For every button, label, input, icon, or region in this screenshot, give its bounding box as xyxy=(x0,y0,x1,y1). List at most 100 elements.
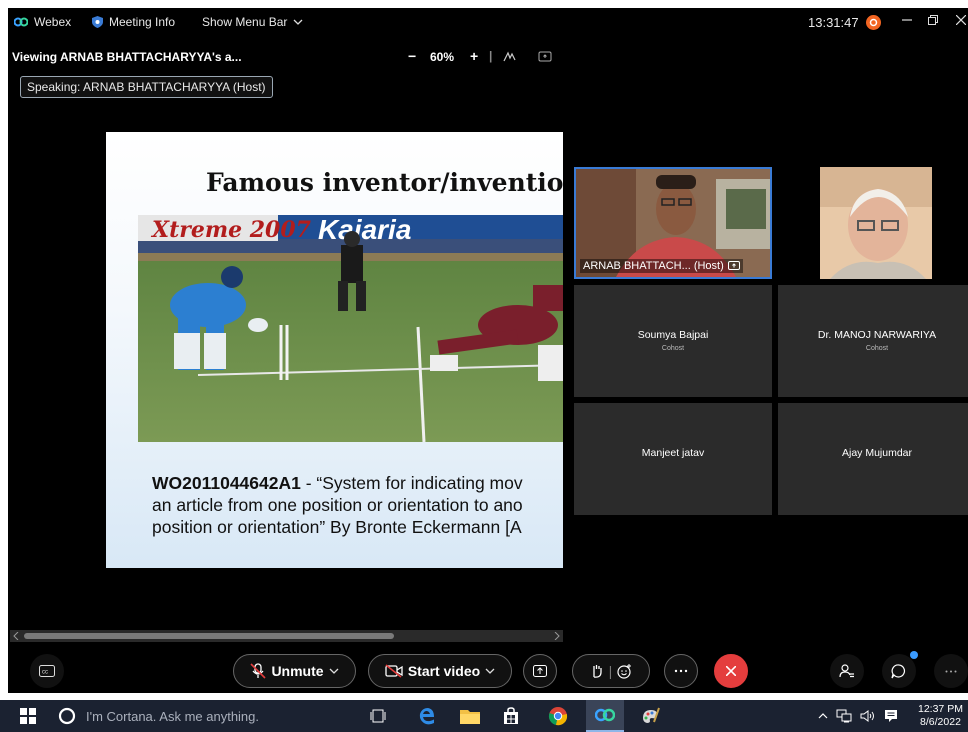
share-button[interactable] xyxy=(523,654,557,688)
close-button[interactable] xyxy=(956,15,966,25)
host-name: ARNAB BHATTACH... (Host) xyxy=(583,260,724,272)
show-menu-bar-label: Show Menu Bar xyxy=(202,15,288,29)
share-icon xyxy=(533,665,547,677)
annotate-icon[interactable] xyxy=(503,51,517,63)
participant-video-image xyxy=(820,167,932,279)
reaction-emoji-icon[interactable] xyxy=(617,663,632,679)
action-center-icon[interactable] xyxy=(884,709,898,723)
zoom-in-button[interactable]: + xyxy=(470,48,478,64)
video-tile-participant-2[interactable] xyxy=(778,167,968,279)
meeting-info-label: Meeting Info xyxy=(109,15,176,29)
store-button[interactable] xyxy=(502,700,520,732)
paint-button[interactable] xyxy=(640,700,660,732)
participant-name: Ajay Mujumdar xyxy=(841,447,913,459)
webex-logo-icon xyxy=(14,17,28,27)
app-name: Webex xyxy=(34,15,72,29)
slide-line-3: position or orientation” By Bronte Ecker… xyxy=(152,517,522,537)
chevron-down-icon[interactable] xyxy=(329,668,339,674)
show-menu-bar-button[interactable]: Show Menu Bar xyxy=(202,15,303,29)
slide-body-text: WO2011044642A1 - “System for indicating … xyxy=(152,472,523,538)
share-window-icon[interactable] xyxy=(538,51,552,63)
tile-soumya-bajpai[interactable]: Soumya Bajpai Cohost xyxy=(574,285,772,397)
store-bag-icon xyxy=(504,707,518,724)
zoom-out-button[interactable]: − xyxy=(408,48,416,64)
network-icon[interactable] xyxy=(836,709,852,723)
more-icon xyxy=(945,670,957,672)
task-view-icon xyxy=(370,709,386,723)
svg-text:cc: cc xyxy=(42,670,48,676)
patent-id: WO2011044642A1 xyxy=(152,473,301,493)
folder-icon xyxy=(460,710,480,724)
chrome-icon xyxy=(548,707,568,726)
restore-button[interactable] xyxy=(928,15,938,25)
start-video-button[interactable]: Start video xyxy=(368,654,512,688)
unmute-button[interactable]: Unmute xyxy=(233,654,356,688)
start-button[interactable] xyxy=(20,700,36,732)
close-icon xyxy=(956,15,966,25)
meeting-info-button[interactable]: Meeting Info xyxy=(92,15,175,29)
chrome-button[interactable] xyxy=(548,700,568,732)
close-icon xyxy=(726,666,736,676)
start-video-label: Start video xyxy=(407,663,481,679)
cortana-search-box[interactable]: I'm Cortana. Ask me anything. xyxy=(58,700,348,732)
chevron-up-icon[interactable] xyxy=(818,713,828,719)
edge-button[interactable] xyxy=(417,700,437,732)
participant-name: Dr. MANOJ NARWARIYA xyxy=(817,329,937,341)
webex-app-menu[interactable]: Webex xyxy=(14,15,71,29)
slide-title: Famous inventor/invention xyxy=(206,168,563,197)
cricket-scene-image: Xtreme 2007 Kajaria xyxy=(138,215,563,442)
more-options-button[interactable] xyxy=(664,654,698,688)
share-viewing-bar: Viewing ARNAB BHATTACHARYYA's a... − 60%… xyxy=(8,46,563,68)
sharing-icon xyxy=(727,261,740,270)
windows-taskbar: I'm Cortana. Ask me anything. 12:37 PM 8… xyxy=(0,700,968,732)
scroll-left-icon[interactable] xyxy=(13,632,19,640)
webex-logo-icon xyxy=(595,708,615,722)
toolbar-divider: | xyxy=(489,49,493,63)
minimize-button[interactable] xyxy=(902,15,912,25)
paint-palette-icon xyxy=(643,707,660,723)
recording-icon xyxy=(866,15,881,30)
slide-line-1: WO2011044642A1 - “System for indicating … xyxy=(152,472,523,494)
captions-button[interactable]: cc xyxy=(30,654,64,688)
volume-icon[interactable] xyxy=(860,709,876,723)
recording-indicator[interactable] xyxy=(866,15,881,30)
banner-brand: Kajaria xyxy=(318,215,411,245)
taskbar-time: 12:37 PM xyxy=(918,703,963,715)
scrollbar-thumb[interactable] xyxy=(24,633,394,639)
chat-icon xyxy=(891,664,905,679)
video-tile-host[interactable]: ARNAB BHATTACH... (Host) xyxy=(574,167,772,279)
shared-slide: Famous inventor/invention Xtreme 2007 Ka… xyxy=(106,132,563,568)
chat-panel-button[interactable] xyxy=(882,651,918,688)
taskbar-date: 8/6/2022 xyxy=(920,716,961,728)
chevron-down-icon[interactable] xyxy=(485,668,495,674)
webex-taskbar-button[interactable] xyxy=(586,700,624,732)
banner-logo: Xtreme 2007 xyxy=(150,217,312,243)
taskbar-clock[interactable]: 12:37 PM 8/6/2022 xyxy=(918,700,963,732)
windows-logo-icon xyxy=(20,708,36,724)
scroll-right-icon[interactable] xyxy=(554,632,560,640)
raise-hand-icon[interactable] xyxy=(590,664,604,678)
muted-mic-icon xyxy=(250,663,267,679)
panel-options-button[interactable] xyxy=(934,654,968,688)
file-explorer-button[interactable] xyxy=(460,700,480,732)
tile-ajay-mujumdar[interactable]: Ajay Mujumdar xyxy=(778,403,968,515)
participant-role: Cohost xyxy=(865,345,889,352)
tile-dr-manoj-narwariya[interactable]: Dr. MANOJ NARWARIYA Cohost xyxy=(778,285,968,397)
meeting-controls: cc Unmute Start video | xyxy=(8,651,968,693)
minimize-icon xyxy=(902,19,912,21)
meeting-clock: 13:31:47 xyxy=(808,15,859,30)
tile-manjeet-jatav[interactable]: Manjeet jatav xyxy=(574,403,772,515)
reaction-divider: | xyxy=(608,663,613,679)
chevron-down-icon xyxy=(293,19,303,25)
participant-name: Soumya Bajpai xyxy=(637,329,709,341)
leave-meeting-button[interactable] xyxy=(714,654,748,688)
slide-line-2: an article from one position or orientat… xyxy=(152,495,523,515)
speaking-indicator: Speaking: ARNAB BHATTACHARYYA (Host) xyxy=(20,76,273,98)
participants-panel-button[interactable] xyxy=(830,654,864,688)
horizontal-scrollbar[interactable] xyxy=(10,630,563,642)
host-name-label: ARNAB BHATTACH... (Host) xyxy=(580,259,743,273)
title-bar: Webex Meeting Info Show Menu Bar 13:31:4… xyxy=(8,8,968,36)
task-view-button[interactable] xyxy=(370,700,386,732)
restore-icon xyxy=(928,15,938,25)
viewing-title: Viewing ARNAB BHATTACHARYYA's a... xyxy=(12,50,242,64)
